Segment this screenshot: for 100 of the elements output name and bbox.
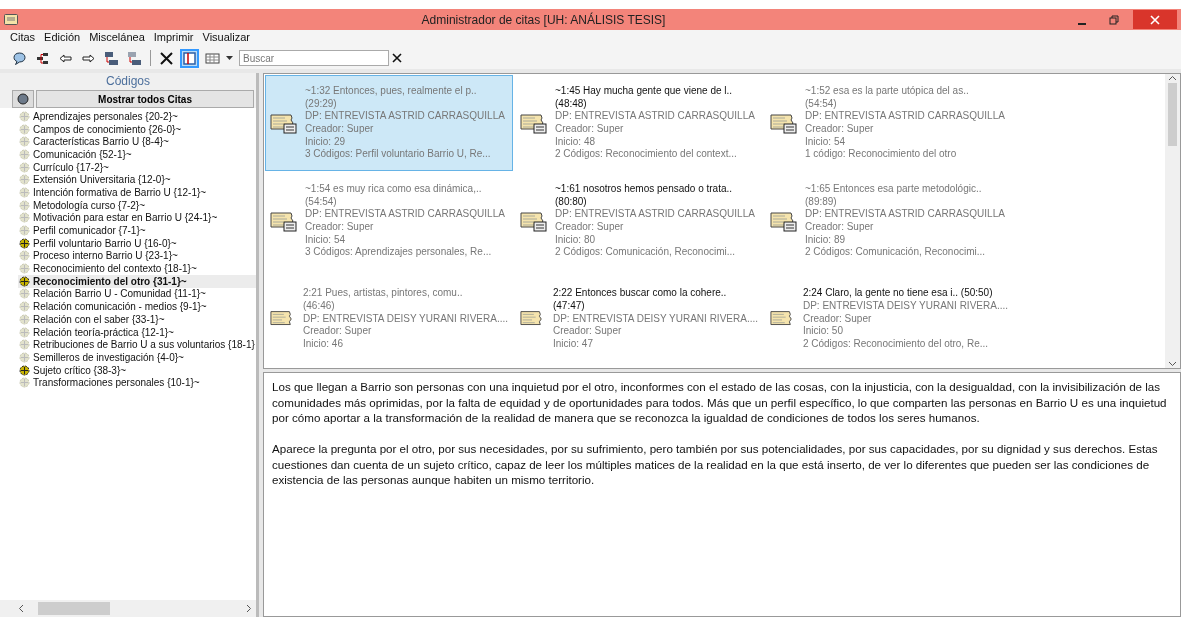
quote-start: Inicio: 46 — [302, 338, 344, 351]
quote-document: DP: ENTREVISTA DEISY YURANI RIVERA.... — [552, 312, 758, 326]
window-title: Administrador de citas [UH: ANÁLISIS TESIS] — [420, 12, 667, 27]
quote-document: DP: ENTREVISTA DEISY YURANI RIVERA.... — [302, 312, 508, 326]
code-item[interactable]: Relación teoría-práctica {12-1}~ — [33, 326, 174, 338]
quote-card[interactable]: 2:21 Pues, artistas, pintores, comu.. (46:46) DP: ENTREVISTA DEISY YURANI RIVERA.... Creador: Super Inicio: 46 — [265, 271, 513, 367]
scroll-right-icon[interactable] — [246, 604, 252, 613]
quote-start: Inicio: 29 — [305, 135, 347, 149]
code-item[interactable]: Reconocimiento del contexto {18-1}~ — [33, 263, 197, 275]
close-icon — [1150, 14, 1160, 25]
code-item[interactable]: Metodología curso {7-2}~ — [33, 199, 146, 211]
code-item[interactable]: Relación con el saber {33-1}~ — [33, 313, 165, 325]
quote-creator: Creador: Super — [555, 221, 625, 234]
clear-icon[interactable] — [392, 53, 402, 63]
quote-paragraph: Aparece la pregunta por el otro, por sus necesidades, por su sufrimiento, pero también por sus potencialidades, por sus capacidades, por su dignidad y sus derechos. Estas cuestiones dan cuenta de un sujeto crítico, capaz de leer los múltiples matices de la realidad en la que está inserto, de ver lo diferentes que pueden ser las condiciones de existencia de las personas aunque habiten un mismo territorio. — [272, 441, 1159, 488]
quote-codes: 2 Códigos: Reconocimiento del otro, Re... — [802, 338, 990, 351]
code-item[interactable]: Retribuciones de Barrio U a sus voluntarios {18-1} — [33, 339, 255, 351]
quote-position: (29:29) — [305, 97, 338, 111]
quote-document: DP: ENTREVISTA ASTRID CARRASQUILLA — [305, 110, 505, 123]
quote-document: DP: ENTREVISTA ASTRID CARRASQUILLA — [805, 208, 1005, 221]
quote-creator: Creador: Super — [805, 123, 875, 136]
code-item[interactable]: Características Barrio U {8-4}~ — [33, 136, 169, 148]
quote-creator: Creador: Super — [305, 123, 375, 136]
hierarchy-icon — [35, 50, 50, 66]
code-item[interactable]: Campos de conocimiento {26-0}~ — [33, 123, 182, 135]
quote-start: Inicio: 54 — [805, 135, 847, 149]
quote-document: DP: ENTREVISTA ASTRID CARRASQUILLA — [555, 208, 755, 221]
quote-document: DP: ENTREVISTA ASTRID CARRASQUILLA — [305, 208, 505, 221]
scrollbar-thumb[interactable] — [1168, 83, 1177, 146]
panel-icon — [182, 50, 197, 66]
quote-title: 2:24 Claro, la gente no tiene esa i.. (50:50) — [802, 287, 994, 300]
quote-codes: 3 Códigos: Aprendizajes personales, Re... — [305, 246, 493, 260]
quote-codes: 2 Códigos: Comunicación, Reconocimi... — [555, 246, 737, 260]
quote-title: ~1:54 es muy rica como esa dinámica,.. — [305, 182, 483, 196]
quote-start: Inicio: 50 — [802, 325, 844, 339]
code-item[interactable]: Perfil voluntario Barrio U {16-0}~ — [33, 237, 177, 249]
menu-item[interactable]: Edición — [44, 31, 81, 46]
quote-position: (54:54) — [305, 195, 338, 209]
quote-title: 2:21 Pues, artistas, pintores, comu.. — [302, 287, 464, 300]
code-item[interactable]: Extensión Universitaria {12-0}~ — [33, 174, 171, 186]
show-all-button[interactable]: Mostrar todos Citas — [36, 90, 254, 108]
quote-codes: 3 Códigos: Perfil voluntario Barrio U, Re... — [305, 148, 492, 162]
quote-creator: Creador: Super — [802, 312, 873, 326]
code-item[interactable]: Perfil comunicador {7-1}~ — [33, 225, 146, 237]
quote-document: DP: ENTREVISTA DEISY YURANI RIVERA.... — [802, 299, 1008, 313]
search-field[interactable]: Buscar — [239, 50, 389, 66]
quote-start: Inicio: 80 — [555, 233, 597, 247]
quote-card[interactable]: ~1:54 es muy rica como esa dinámica,.. (54:54) DP: ENTREVISTA ASTRID CARRASQUILLA Creador: Super Inicio: 54 3 Códigos: Aprendizajes personales, Re... — [265, 173, 513, 269]
quote-title: ~1:32 Entonces, pues, realmente el p.. — [305, 84, 478, 98]
quote-card[interactable]: 2:24 Claro, la gente no tiene esa i.. (50:50) DP: ENTREVISTA DEISY YURANI RIVERA.... Creador: Super Inicio: 50 2 Códigos: Reconocimiento del otro, Re... — [765, 271, 1013, 367]
quote-codes: 1 código: Reconocimiento del otro — [805, 148, 958, 162]
quote-creator: Creador: Super — [302, 325, 373, 339]
quote-start: Inicio: 89 — [805, 233, 847, 247]
restore-icon — [1109, 14, 1119, 25]
code-item[interactable]: Relación comunicación - medios {9-1}~ — [33, 301, 207, 313]
code-item[interactable]: Aprendizajes personales {20-2}~ — [33, 110, 178, 122]
quote-position: (48:48) — [555, 97, 588, 111]
scroll-down-icon[interactable] — [1168, 359, 1177, 368]
caret-icon[interactable] — [226, 55, 233, 61]
quote-title: ~1:52 esa es la parte utópica del as.. — [805, 84, 970, 98]
code-item[interactable]: Comunicación {52-1}~ — [33, 148, 132, 160]
quote-start: Inicio: 54 — [305, 233, 347, 247]
quote-creator: Creador: Super — [555, 123, 625, 136]
quote-codes: 2 Códigos: Reconocimiento del context... — [555, 148, 738, 162]
scroll-up-icon[interactable] — [1168, 74, 1177, 83]
quote-document: DP: ENTREVISTA ASTRID CARRASQUILLA — [555, 110, 755, 123]
quote-position: (80:80) — [555, 195, 588, 209]
quote-card[interactable]: ~1:61 nosotros hemos pensado o trata.. (80:80) DP: ENTREVISTA ASTRID CARRASQUILLA Creador: Super Inicio: 80 2 Códigos: Comunicación, Reconocimi... — [515, 173, 763, 269]
code-item[interactable]: Intención formativa de Barrio U {12-1}~ — [33, 186, 207, 198]
menu-item[interactable]: Citas — [10, 31, 36, 46]
code-item[interactable]: Motivación para estar en Barrio U {24-1}~ — [33, 212, 218, 224]
windows-icon — [127, 50, 142, 66]
app-icon — [4, 14, 18, 25]
menu-item[interactable]: Imprimir — [153, 31, 194, 46]
quote-position: (46:46) — [302, 299, 336, 313]
quote-card[interactable]: ~1:32 Entonces, pues, realmente el p.. (29:29) DP: ENTREVISTA ASTRID CARRASQUILLA Creador: Super Inicio: 29 3 Códigos: Perfil voluntario Barrio U, Re... — [265, 75, 513, 171]
menu-item[interactable]: Visualizar — [202, 31, 250, 46]
quote-position: (54:54) — [805, 97, 838, 111]
filter-button[interactable] — [12, 90, 34, 108]
quote-card[interactable]: ~1:52 esa es la parte utópica del as.. (54:54) DP: ENTREVISTA ASTRID CARRASQUILLA Creador: Super Inicio: 54 1 código: Reconocimiento del otro — [765, 75, 1013, 171]
code-item[interactable]: Semilleros de investigación {4-0}~ — [33, 351, 184, 363]
code-item[interactable]: Sujeto crítico {38-3}~ — [33, 364, 127, 376]
grid-icon — [205, 50, 220, 66]
minimize-icon — [1077, 22, 1087, 25]
quote-creator: Creador: Super — [305, 221, 375, 234]
windows-icon — [104, 50, 119, 66]
quote-document: DP: ENTREVISTA ASTRID CARRASQUILLA — [805, 110, 1005, 123]
quote-creator: Creador: Super — [552, 325, 623, 339]
scrollbar-thumb[interactable] — [38, 602, 110, 615]
code-item[interactable]: Transformaciones personales {10-1}~ — [33, 377, 200, 389]
scroll-left-icon[interactable] — [18, 604, 24, 613]
menu-item[interactable]: Miscelánea — [89, 31, 145, 46]
quote-card[interactable]: ~1:65 Entonces esa parte metodológic.. (89:89) DP: ENTREVISTA ASTRID CARRASQUILLA Creador: Super Inicio: 89 2 Códigos: Comunicación, Reconocimi... — [765, 173, 1013, 269]
code-item[interactable]: Proceso interno Barrio U {23-1}~ — [33, 250, 178, 262]
quote-card[interactable]: 2:22 Entonces buscar como la cohere.. (47:47) DP: ENTREVISTA DEISY YURANI RIVERA.... Creador: Super Inicio: 47 — [515, 271, 763, 367]
quote-title: ~1:61 nosotros hemos pensado o trata.. — [555, 182, 734, 196]
code-item[interactable]: Relación Barrio U - Comunidad {11-1}~ — [33, 288, 206, 300]
close-button[interactable] — [1133, 10, 1177, 29]
quote-card[interactable]: ~1:45 Hay mucha gente que viene de l.. (48:48) DP: ENTREVISTA ASTRID CARRASQUILLA Creador: Super Inicio: 48 2 Códigos: Reconocimiento del context... — [515, 75, 763, 171]
code-item[interactable]: Currículo {17-2}~ — [33, 161, 109, 173]
